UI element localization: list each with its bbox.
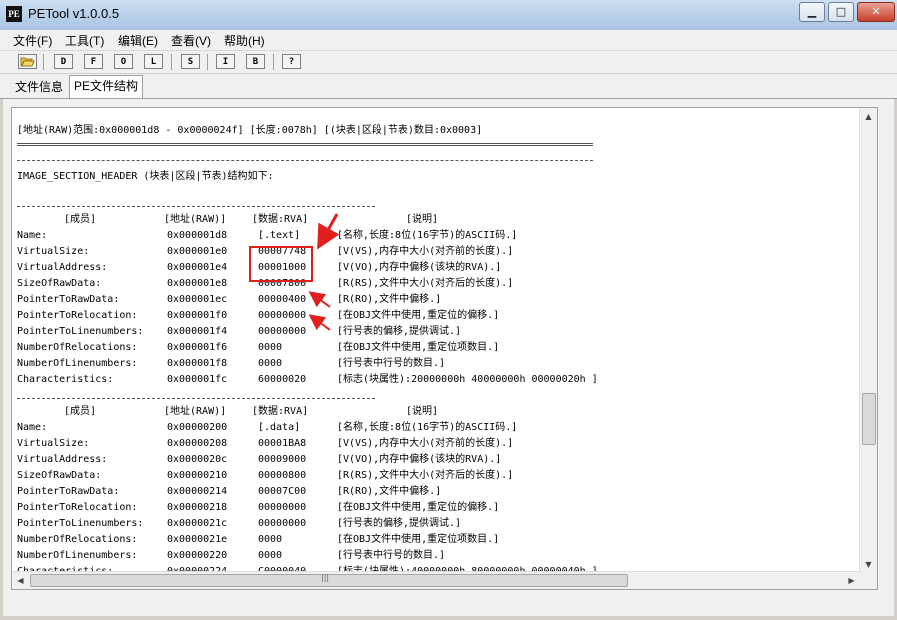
toolbar-button-o[interactable]: O	[114, 54, 133, 69]
scroll-down-arrow[interactable]: ▼	[860, 556, 877, 573]
menu-view[interactable]: 查看(V)	[171, 32, 211, 49]
toolbar-separator	[171, 54, 172, 70]
toolbar-button-b[interactable]: B	[246, 54, 265, 69]
toolbar-button-s[interactable]: S	[181, 54, 200, 69]
horizontal-scrollbar[interactable]: ◀ ||| ▶	[12, 571, 860, 589]
arrow-to-sizeofrawdata	[308, 291, 331, 308]
folder-open-icon	[20, 57, 35, 67]
vertical-scroll-thumb[interactable]	[862, 393, 876, 445]
menu-bar: 文件(F) 工具(T) 编辑(E) 查看(V) 帮助(H)	[0, 30, 897, 51]
toolbar: D F O L S I B ?	[0, 51, 897, 73]
app-icon: PE	[6, 6, 22, 22]
window-title: PETool v1.0.0.5	[28, 6, 120, 21]
minimize-button[interactable]: ▁	[799, 2, 825, 22]
toolbar-separator	[43, 54, 44, 70]
toolbar-button-f[interactable]: F	[84, 54, 103, 69]
help-button[interactable]: ?	[282, 54, 301, 69]
arrow-to-virtualsize	[317, 213, 340, 250]
scroll-up-arrow[interactable]: ▲	[860, 108, 877, 125]
open-folder-button[interactable]	[18, 54, 37, 69]
structure-text-view[interactable]: [地址(RAW)范围:0x000001d8 - 0x0000024f] [长度:…	[11, 107, 878, 590]
menu-tools[interactable]: 工具(T)	[65, 32, 104, 49]
tab-file-info[interactable]: 文件信息	[11, 77, 67, 97]
scroll-right-arrow[interactable]: ▶	[843, 572, 860, 589]
vertical-scrollbar[interactable]: ▲ ▼	[859, 108, 877, 589]
arrow-to-pointertorawdata	[308, 314, 331, 331]
annotation-arrows	[308, 213, 340, 331]
toolbar-separator	[273, 54, 274, 70]
maximize-button[interactable]: □	[828, 2, 854, 22]
menu-edit[interactable]: 编辑(E)	[118, 32, 158, 49]
horizontal-scroll-thumb[interactable]: |||	[30, 573, 628, 587]
scroll-grip: |||	[321, 573, 330, 582]
title-bar[interactable]: PE PETool v1.0.0.5 ▁ □ ✕	[0, 0, 897, 30]
menu-help[interactable]: 帮助(H)	[224, 32, 265, 49]
toolbar-button-i[interactable]: I	[216, 54, 235, 69]
scroll-left-arrow[interactable]: ◀	[12, 572, 29, 589]
toolbar-separator	[207, 54, 208, 70]
tab-bar: 文件信息 PE文件结构	[0, 74, 897, 99]
main-panel: [地址(RAW)范围:0x000001d8 - 0x0000024f] [长度:…	[3, 99, 894, 616]
tab-pe-structure[interactable]: PE文件结构	[69, 75, 144, 98]
menu-file[interactable]: 文件(F)	[13, 32, 52, 49]
close-button[interactable]: ✕	[857, 2, 895, 22]
toolbar-button-l[interactable]: L	[144, 54, 163, 69]
toolbar-button-d[interactable]: D	[54, 54, 73, 69]
